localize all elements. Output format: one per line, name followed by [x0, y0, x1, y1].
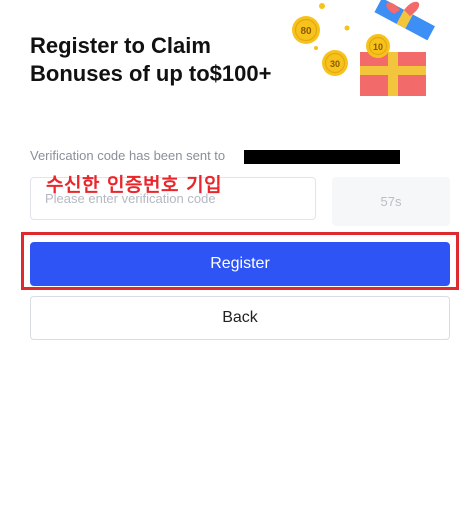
sparkle-dot	[319, 3, 325, 9]
title-line-2: Bonuses of up to$100+	[30, 61, 272, 86]
resend-countdown: 57s	[332, 177, 450, 226]
coin-icon: 80	[292, 16, 320, 44]
sparkle-dot	[344, 25, 350, 31]
sparkle-dot	[314, 46, 318, 50]
coin-label: 30	[330, 59, 340, 69]
coin-icon: 30	[322, 50, 348, 76]
gift-illustration: 80 30 10	[292, 0, 435, 96]
annotation-label: 수신한 인증번호 기입	[46, 174, 223, 196]
coin-icon: 10	[366, 34, 390, 58]
verification-sent-message: Verification code has been sent to	[30, 148, 226, 163]
title-line-1: Register to Claim	[30, 33, 211, 58]
page-title: Register to Claim Bonuses of up to$100+	[30, 32, 300, 88]
redacted-email	[244, 150, 400, 164]
register-button[interactable]: Register	[30, 242, 450, 286]
coin-label: 10	[373, 42, 383, 52]
coin-label: 80	[300, 26, 312, 37]
back-button[interactable]: Back	[30, 296, 450, 340]
